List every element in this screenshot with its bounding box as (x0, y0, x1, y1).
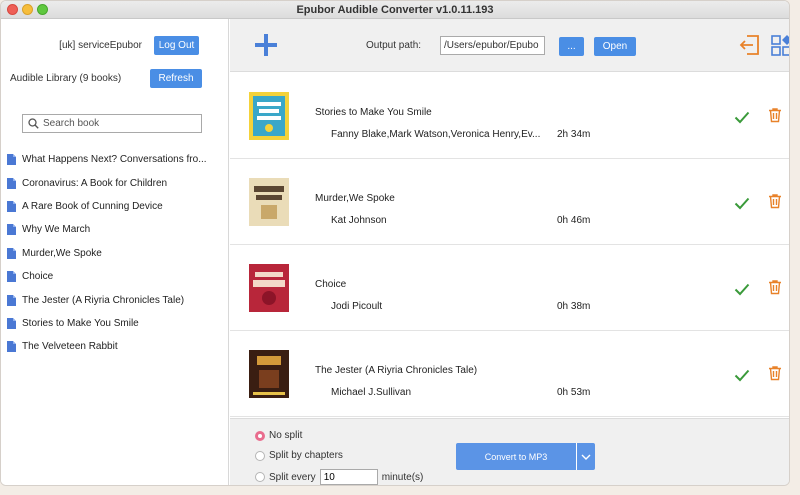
queue-book-duration: 0h 53m (557, 387, 591, 398)
refresh-button[interactable]: Refresh (150, 69, 202, 88)
queue-book-author: Michael J.Sullivan (331, 387, 412, 398)
library-book-item[interactable]: Why We March (7, 218, 217, 241)
library-book-title: The Velveteen Rabbit (22, 341, 118, 353)
document-icon (7, 317, 16, 329)
book-cover-image (249, 92, 289, 140)
queue-row: Stories to Make You Smile Fanny Blake,Ma… (230, 73, 789, 159)
search-box[interactable] (22, 114, 202, 133)
no-split-radio[interactable] (255, 430, 265, 441)
book-cover-image (249, 264, 289, 312)
library-book-title: Choice (22, 271, 54, 283)
queue-row: The Jester (A Riyria Chronicles Tale) Mi… (230, 331, 789, 417)
document-icon (7, 341, 16, 353)
library-book-title: What Happens Next? Conversations fro... (22, 154, 207, 166)
account-row: [uk] serviceEpubor Log Out (59, 36, 199, 55)
queue-row: Murder,We Spoke Kat Johnson 0h 46m (230, 159, 789, 245)
library-book-item[interactable]: What Happens Next? Conversations fro... (7, 148, 217, 171)
library-book-item[interactable]: The Velveteen Rabbit (7, 335, 217, 358)
queue-book-author: Fanny Blake,Mark Watson,Veronica Henry,E… (331, 129, 541, 140)
output-path-label: Output path: (366, 40, 422, 51)
library-book-item[interactable]: A Rare Book of Cunning Device (7, 195, 217, 218)
queue-row: Choice Jodi Picoult 0h 38m (230, 245, 789, 331)
book-cover-image (249, 350, 289, 398)
queue-book-title: Murder,We Spoke (315, 193, 395, 204)
account-name: [uk] serviceEpubor (59, 40, 142, 51)
split-every-radio[interactable] (255, 472, 265, 482)
library-book-title: Coronavirus: A Book for Children (22, 177, 168, 189)
queue-book-title: The Jester (A Riyria Chronicles Tale) (315, 365, 478, 376)
check-icon (734, 283, 750, 296)
book-cover-image (249, 178, 289, 226)
library-book-item[interactable]: Choice (7, 265, 217, 288)
queue-book-duration: 0h 38m (557, 301, 591, 312)
trash-icon[interactable] (767, 365, 783, 381)
document-icon (7, 224, 16, 236)
output-path-field[interactable] (440, 36, 545, 55)
library-book-item[interactable]: The Jester (A Riyria Chronicles Tale) (7, 288, 217, 311)
split-minutes-input[interactable] (319, 469, 378, 485)
check-icon (734, 369, 750, 382)
document-icon (7, 177, 16, 189)
document-icon (7, 200, 16, 212)
library-row: Audible Library (9 books) Refresh (10, 69, 202, 88)
convert-format-dropdown[interactable] (576, 443, 595, 470)
sidebar: [uk] serviceEpubor Log Out Audible Libra… (1, 19, 229, 485)
browse-button[interactable]: ... (559, 37, 584, 56)
search-input[interactable] (43, 118, 193, 129)
split-every-option[interactable]: Split every minute(s) (255, 469, 423, 485)
check-icon (734, 197, 750, 210)
logout-icon[interactable] (739, 34, 761, 56)
library-book-list: What Happens Next? Conversations fro... … (7, 148, 217, 359)
library-book-item[interactable]: Coronavirus: A Book for Children (7, 171, 217, 194)
no-split-option[interactable]: No split (255, 430, 302, 441)
library-book-title: Why We March (22, 224, 91, 236)
check-icon (734, 111, 750, 124)
window-title: Epubor Audible Converter v1.0.11.193 (296, 4, 494, 16)
trash-icon[interactable] (767, 193, 783, 209)
library-label: Audible Library (9 books) (10, 73, 122, 84)
queue-book-title: Stories to Make You Smile (315, 107, 432, 118)
queue-book-duration: 2h 34m (557, 129, 591, 140)
document-icon (7, 271, 16, 283)
split-chapters-option[interactable]: Split by chapters (255, 450, 343, 461)
library-book-title: Stories to Make You Smile (22, 317, 139, 329)
trash-icon[interactable] (767, 279, 783, 295)
split-chapters-radio[interactable] (255, 450, 265, 461)
convert-button[interactable]: Convert to MP3 (456, 443, 576, 470)
document-icon (7, 294, 16, 306)
document-icon (7, 154, 16, 166)
split-chapters-label: Split by chapters (269, 450, 343, 461)
library-book-title: The Jester (A Riyria Chronicles Tale) (22, 294, 185, 306)
add-icon[interactable] (254, 33, 278, 57)
queue-book-duration: 0h 46m (557, 215, 591, 226)
queue-book-author: Kat Johnson (331, 215, 387, 226)
document-icon (7, 247, 16, 259)
no-split-label: No split (269, 430, 303, 441)
library-book-item[interactable]: Murder,We Spoke (7, 242, 217, 265)
minutes-label: minute(s) (381, 471, 424, 483)
library-book-title: Murder,We Spoke (22, 247, 102, 259)
queue-book-author: Jodi Picoult (331, 301, 383, 312)
search-icon (28, 118, 39, 129)
conversion-queue: Stories to Make You Smile Fanny Blake,Ma… (230, 73, 789, 418)
library-book-title: A Rare Book of Cunning Device (22, 200, 163, 212)
app-window: Epubor Audible Converter v1.0.11.193 [uk… (0, 0, 790, 486)
logout-button[interactable]: Log Out (154, 36, 199, 55)
library-book-item[interactable]: Stories to Make You Smile (7, 312, 217, 335)
conversion-options: No split Split by chapters Split every m… (230, 418, 789, 485)
layout-icon[interactable] (770, 33, 790, 57)
title-bar: Epubor Audible Converter v1.0.11.193 (1, 1, 789, 19)
split-every-label: Split every (269, 471, 316, 483)
toolbar: Output path: ... Open (230, 19, 790, 72)
trash-icon[interactable] (767, 107, 783, 123)
queue-book-title: Choice (315, 279, 347, 290)
chevron-down-icon (581, 454, 591, 460)
open-folder-button[interactable]: Open (594, 37, 636, 56)
